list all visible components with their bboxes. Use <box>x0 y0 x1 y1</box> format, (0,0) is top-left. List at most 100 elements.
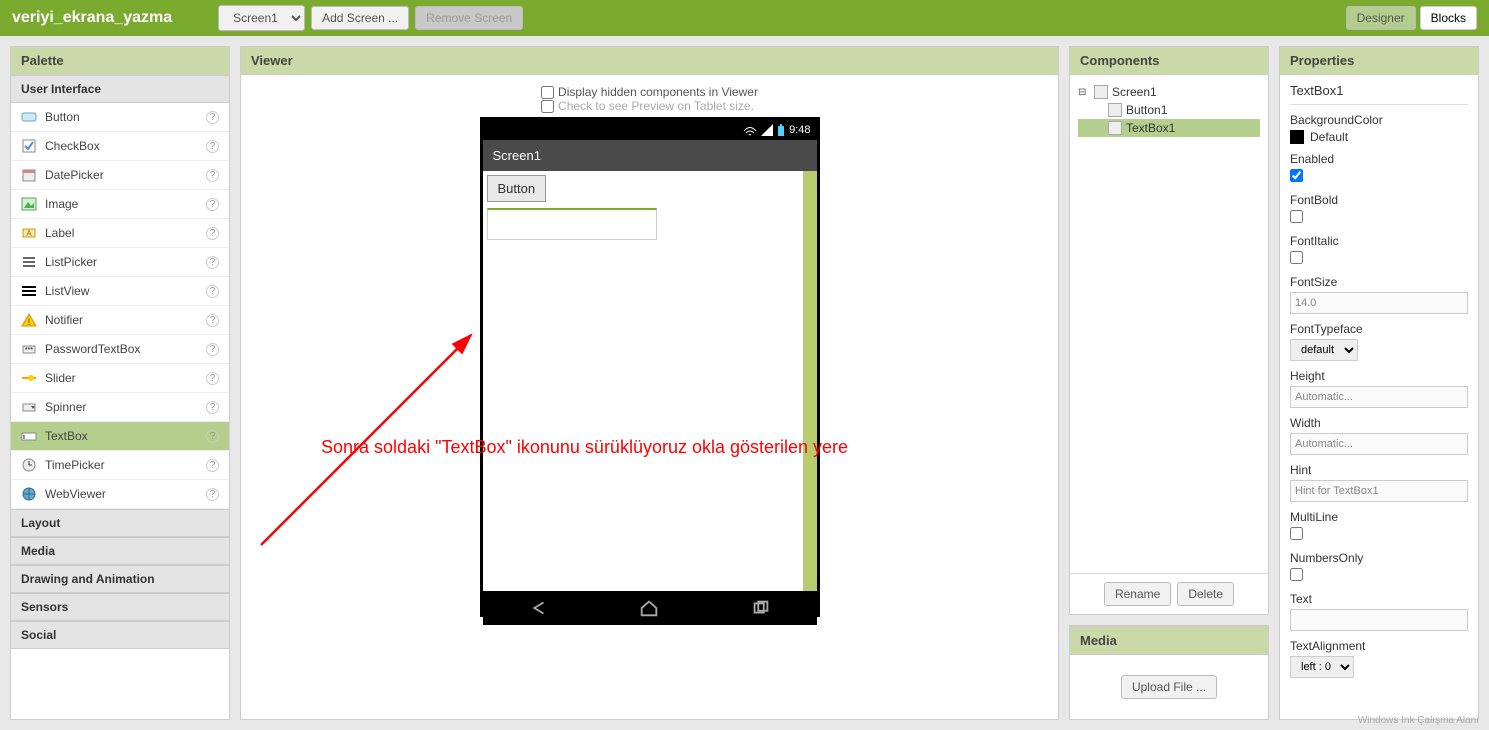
screen-select[interactable]: Screen1 <box>218 5 305 31</box>
prop-multiline-check[interactable] <box>1290 527 1303 540</box>
opt-hidden[interactable]: Display hidden components in Viewer <box>541 85 758 99</box>
prop-textalign-label: TextAlignment <box>1290 639 1468 653</box>
phone-textbox1[interactable] <box>487 208 657 240</box>
prop-enabled-check[interactable] <box>1290 169 1303 182</box>
phone-statusbar: 9:48 <box>483 120 817 140</box>
palette-cat-layout[interactable]: Layout <box>11 509 229 537</box>
annotation-text: Sonra soldaki "TextBox" ikonunu sürüklüy… <box>321 435 861 460</box>
help-icon[interactable]: ? <box>206 372 219 385</box>
help-icon[interactable]: ? <box>206 198 219 211</box>
prop-height-input[interactable] <box>1290 386 1468 408</box>
button-icon <box>21 109 37 125</box>
prop-textalign-select[interactable]: left : 0 <box>1290 656 1354 678</box>
palette-item-label[interactable]: A Label ? <box>11 219 229 248</box>
prop-fonttypeface-label: FontTypeface <box>1290 322 1468 336</box>
prop-fontsize-label: FontSize <box>1290 275 1468 289</box>
viewer-panel: Viewer Display hidden components in View… <box>240 46 1059 720</box>
prop-height-label: Height <box>1290 369 1468 383</box>
palette-item-datepicker[interactable]: DatePicker ? <box>11 161 229 190</box>
prop-fontsize-input[interactable] <box>1290 292 1468 314</box>
prop-fonttypeface-select[interactable]: default <box>1290 339 1358 361</box>
upload-file-button[interactable]: Upload File ... <box>1121 675 1217 699</box>
help-icon[interactable]: ? <box>206 256 219 269</box>
help-icon[interactable]: ? <box>206 169 219 182</box>
delete-button[interactable]: Delete <box>1177 582 1234 606</box>
phone-time: 9:48 <box>789 124 810 136</box>
tree-textbox1[interactable]: TextBox1 <box>1078 119 1260 137</box>
palette-cat-drawing[interactable]: Drawing and Animation <box>11 565 229 593</box>
project-title: veriyi_ekrana_yazma <box>12 9 172 27</box>
prop-hint-label: Hint <box>1290 463 1468 477</box>
annotation-arrow <box>241 205 481 565</box>
help-icon[interactable]: ? <box>206 140 219 153</box>
remove-screen-button[interactable]: Remove Screen <box>415 6 523 30</box>
tree-button1[interactable]: Button1 <box>1078 101 1260 119</box>
rename-button[interactable]: Rename <box>1104 582 1171 606</box>
components-panel: Components ⊟ Screen1 Button1 TextBox1 Re… <box>1069 46 1269 615</box>
designer-button[interactable]: Designer <box>1346 6 1416 30</box>
help-icon[interactable]: ? <box>206 343 219 356</box>
palette-item-listview[interactable]: ListView ? <box>11 277 229 306</box>
prop-component-name: TextBox1 <box>1290 83 1468 105</box>
prop-fontitalic-check[interactable] <box>1290 251 1303 264</box>
add-screen-button[interactable]: Add Screen ... <box>311 6 409 30</box>
opt-tablet[interactable]: Check to see Preview on Tablet size. <box>541 99 758 113</box>
prop-text-input[interactable] <box>1290 609 1468 631</box>
svg-text:!: ! <box>28 317 31 327</box>
palette-item-textbox[interactable]: TextBox ? <box>11 422 229 451</box>
help-icon[interactable]: ? <box>206 285 219 298</box>
properties-header: Properties <box>1280 47 1478 75</box>
media-panel: Media Upload File ... <box>1069 625 1269 720</box>
image-icon <box>21 196 37 212</box>
help-icon[interactable]: ? <box>206 430 219 443</box>
palette-header: Palette <box>11 47 229 75</box>
prop-bgcolor-label: BackgroundColor <box>1290 113 1468 127</box>
palette-item-spinner[interactable]: Spinner ? <box>11 393 229 422</box>
back-icon <box>527 597 549 619</box>
prop-numbersonly-check[interactable] <box>1290 568 1303 581</box>
palette-item-slider[interactable]: Slider ? <box>11 364 229 393</box>
prop-hint-input[interactable] <box>1290 480 1468 502</box>
help-icon[interactable]: ? <box>206 227 219 240</box>
palette-cat-media[interactable]: Media <box>11 537 229 565</box>
palette-panel: Palette User Interface Button ? CheckBox… <box>10 46 230 720</box>
collapse-icon[interactable]: ⊟ <box>1078 87 1090 98</box>
top-toolbar: veriyi_ekrana_yazma Screen1 Add Screen .… <box>0 0 1489 36</box>
palette-item-passwordtextbox[interactable]: *** PasswordTextBox ? <box>11 335 229 364</box>
svg-text:A: A <box>26 229 32 238</box>
help-icon[interactable]: ? <box>206 488 219 501</box>
palette-item-button[interactable]: Button ? <box>11 103 229 132</box>
palette-item-notifier[interactable]: ! Notifier ? <box>11 306 229 335</box>
palette-item-timepicker[interactable]: TimePicker ? <box>11 451 229 480</box>
palette-cat-ui[interactable]: User Interface <box>11 75 229 103</box>
prop-width-input[interactable] <box>1290 433 1468 455</box>
phone-screen[interactable]: Button <box>483 171 817 591</box>
viewer-header: Viewer <box>241 47 1058 75</box>
blocks-button[interactable]: Blocks <box>1420 6 1477 30</box>
prop-bgcolor-value[interactable]: Default <box>1290 130 1468 144</box>
phone-button1[interactable]: Button <box>487 175 547 202</box>
help-icon[interactable]: ? <box>206 314 219 327</box>
palette-item-listpicker[interactable]: ListPicker ? <box>11 248 229 277</box>
prop-fontbold-check[interactable] <box>1290 210 1303 223</box>
slider-icon <box>21 370 37 386</box>
palette-cat-sensors[interactable]: Sensors <box>11 593 229 621</box>
help-icon[interactable]: ? <box>206 401 219 414</box>
prop-fontbold-label: FontBold <box>1290 193 1468 207</box>
tree-screen1[interactable]: ⊟ Screen1 <box>1078 83 1260 101</box>
palette-item-webviewer[interactable]: WebViewer ? <box>11 480 229 509</box>
screen-icon <box>1094 85 1108 99</box>
phone-screen-title: Screen1 <box>483 140 817 171</box>
wifi-icon <box>743 124 757 136</box>
palette-item-checkbox[interactable]: CheckBox ? <box>11 132 229 161</box>
help-icon[interactable]: ? <box>206 111 219 124</box>
palette-cat-social[interactable]: Social <box>11 621 229 649</box>
help-icon[interactable]: ? <box>206 459 219 472</box>
watermark: Windows Ink Çalışma Alanı <box>1358 715 1479 726</box>
svg-text:***: *** <box>25 347 33 354</box>
listview-icon <box>21 283 37 299</box>
palette-item-image[interactable]: Image ? <box>11 190 229 219</box>
signal-icon <box>761 124 773 136</box>
timepicker-icon <box>21 457 37 473</box>
password-icon: *** <box>21 341 37 357</box>
